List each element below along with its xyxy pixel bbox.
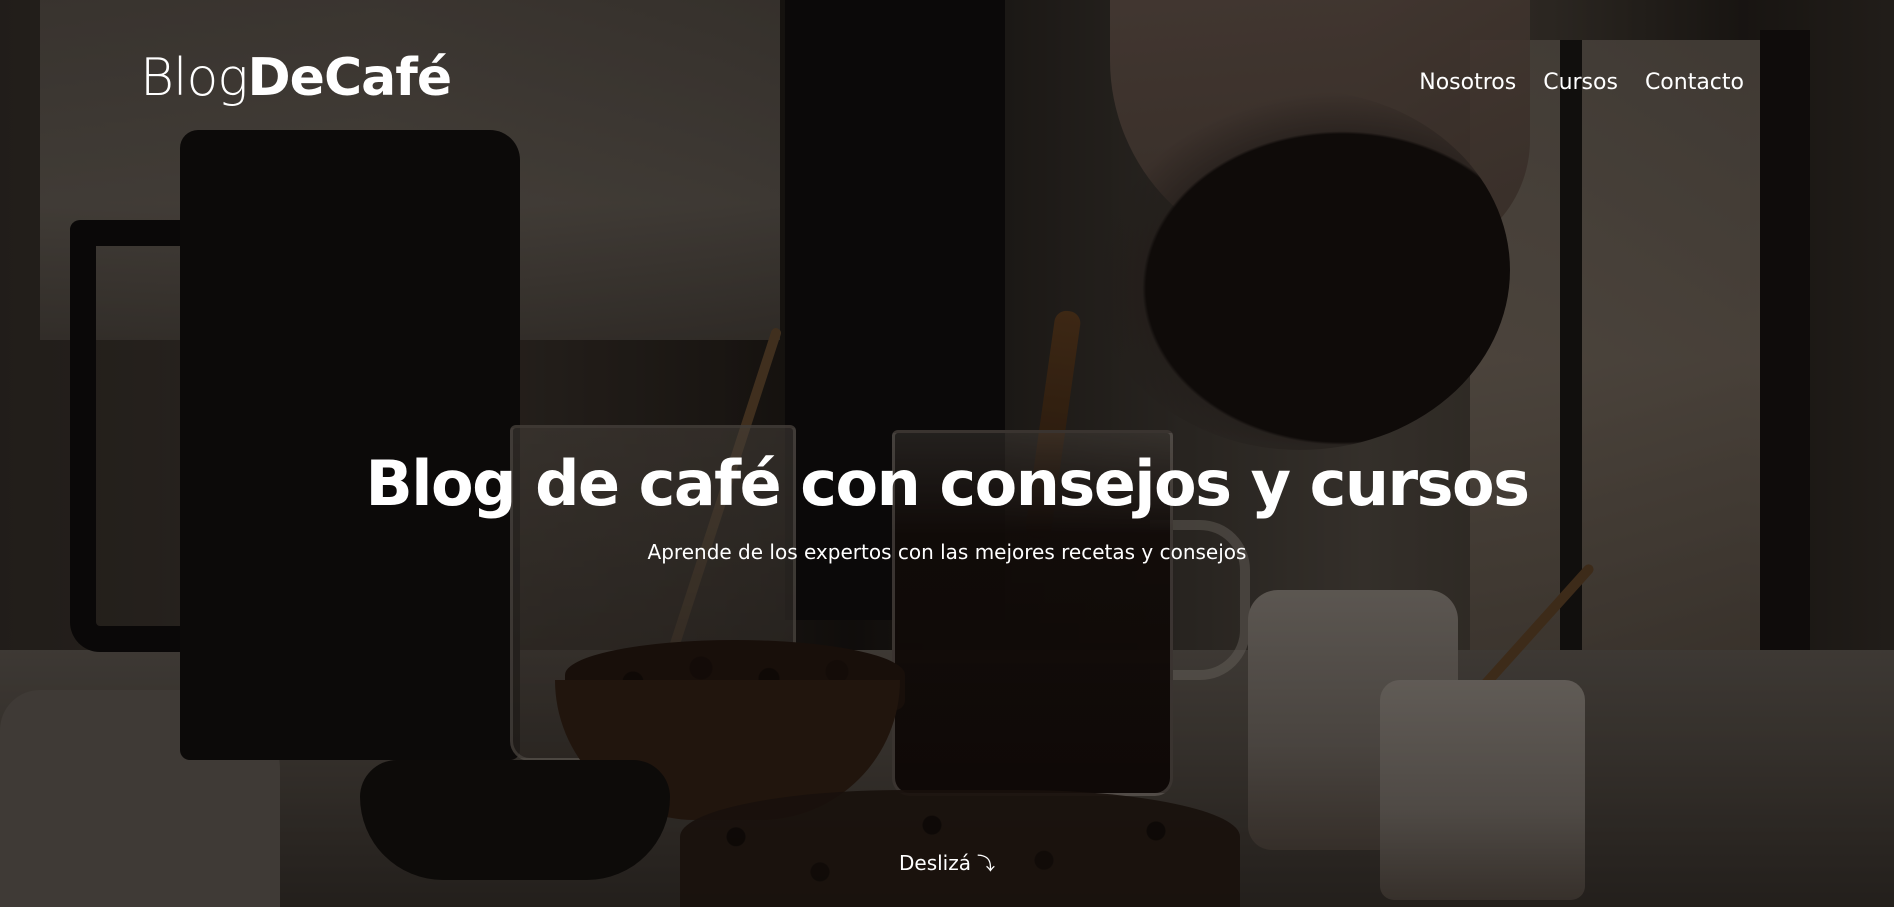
curved-arrow-down-icon: ⤵ [977, 854, 995, 875]
hero-subtitle: Aprende de los expertos con las mejores … [647, 540, 1247, 565]
nav-link-nosotros[interactable]: Nosotros [1419, 70, 1516, 95]
main-nav: Nosotros Cursos Contacto [1419, 70, 1744, 95]
scroll-label: Deslizá [899, 851, 971, 875]
scroll-down-link[interactable]: Deslizá ⤵ [899, 851, 995, 875]
hero-section: BlogDeCafé Nosotros Cursos Contacto Blog… [0, 0, 1894, 907]
nav-link-contacto[interactable]: Contacto [1645, 70, 1744, 95]
site-header: BlogDeCafé Nosotros Cursos Contacto [140, 52, 1744, 104]
hero-title: Blog de café con consejos y cursos [365, 447, 1531, 520]
site-logo[interactable]: BlogDeCafé [140, 52, 452, 104]
scroll-cue: Deslizá ⤵ [0, 850, 1894, 876]
logo-text-light: Blog [140, 48, 249, 108]
nav-link-cursos[interactable]: Cursos [1543, 70, 1618, 95]
logo-text-bold: DeCafé [247, 48, 453, 108]
hero-content: Blog de café con consejos y cursos Apren… [0, 447, 1894, 565]
